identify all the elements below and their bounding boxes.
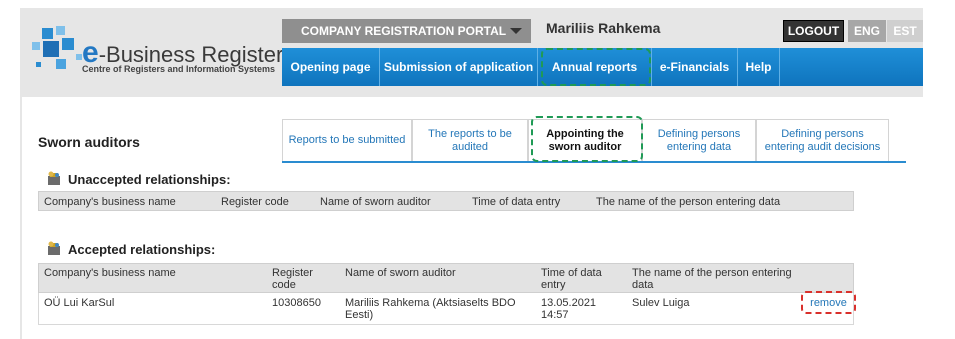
user-name: Mariliis Rahkema	[546, 20, 661, 36]
col-register-code: Register code	[272, 267, 313, 291]
cell-time: 13.05.2021 14:57	[541, 297, 597, 321]
cell-auditor: Mariliis Rahkema (Aktsiaselts BDO Eesti)	[345, 297, 516, 321]
nav-annual-reports[interactable]: Annual reports	[538, 48, 652, 86]
lang-est-button[interactable]: EST	[887, 20, 923, 42]
tab-reports-to-be-submitted[interactable]: Reports to be submitted	[282, 119, 412, 161]
col-sworn-auditor: Name of sworn auditor	[345, 267, 456, 279]
tab-defining-persons-entering-data[interactable]: Defining persons entering data	[642, 119, 756, 161]
cell-register-code: 10308650	[272, 297, 321, 309]
page-title: Sworn auditors	[38, 134, 140, 150]
logout-button[interactable]: LOGOUT	[783, 20, 844, 42]
col-register-code: Register code	[221, 196, 289, 208]
lang-eng-button[interactable]: ENG	[848, 20, 886, 42]
cell-entered-by: Sulev Luiga	[632, 297, 690, 309]
relationships-icon	[48, 241, 60, 255]
unaccepted-title: Unaccepted relationships:	[68, 172, 231, 187]
nav-help[interactable]: Help	[738, 48, 780, 86]
col-time-of-entry: Time of data entry	[541, 267, 602, 291]
col-person-entering: The name of the person entering data	[596, 196, 781, 208]
relationships-icon	[48, 171, 60, 185]
portal-select[interactable]: COMPANY REGISTRATION PORTAL	[282, 19, 531, 43]
tab-defining-persons-entering-audit-decisions[interactable]: Defining persons entering audit decision…	[756, 119, 889, 161]
col-company-name: Company's business name	[44, 267, 176, 279]
chevron-down-icon	[510, 28, 522, 34]
portal-label: COMPANY REGISTRATION PORTAL	[301, 24, 507, 38]
logo-squares-icon	[32, 26, 82, 69]
nav-submission-of-application[interactable]: Submission of application	[380, 48, 538, 86]
col-time-of-entry: Time of data entry	[472, 196, 561, 208]
col-sworn-auditor: Name of sworn auditor	[320, 196, 431, 208]
main-nav: Opening page Submission of application A…	[282, 48, 923, 86]
tab-underline	[282, 161, 906, 163]
logo-subtitle: Centre of Registers and Information Syst…	[82, 64, 276, 74]
cell-company: OÜ Lui KarSul	[44, 297, 115, 309]
col-person-entering: The name of the person entering data	[632, 267, 792, 291]
col-company-name: Company's business name	[44, 196, 176, 208]
tab-reports-to-be-audited[interactable]: The reports to be audited	[412, 119, 528, 161]
nav-opening-page[interactable]: Opening page	[282, 48, 380, 86]
remove-link[interactable]: remove	[801, 291, 856, 314]
nav-e-financials[interactable]: e-Financials	[652, 48, 738, 86]
accepted-title: Accepted relationships:	[68, 242, 216, 257]
tab-appointing-sworn-auditor[interactable]: Appointing the sworn auditor	[528, 119, 642, 161]
